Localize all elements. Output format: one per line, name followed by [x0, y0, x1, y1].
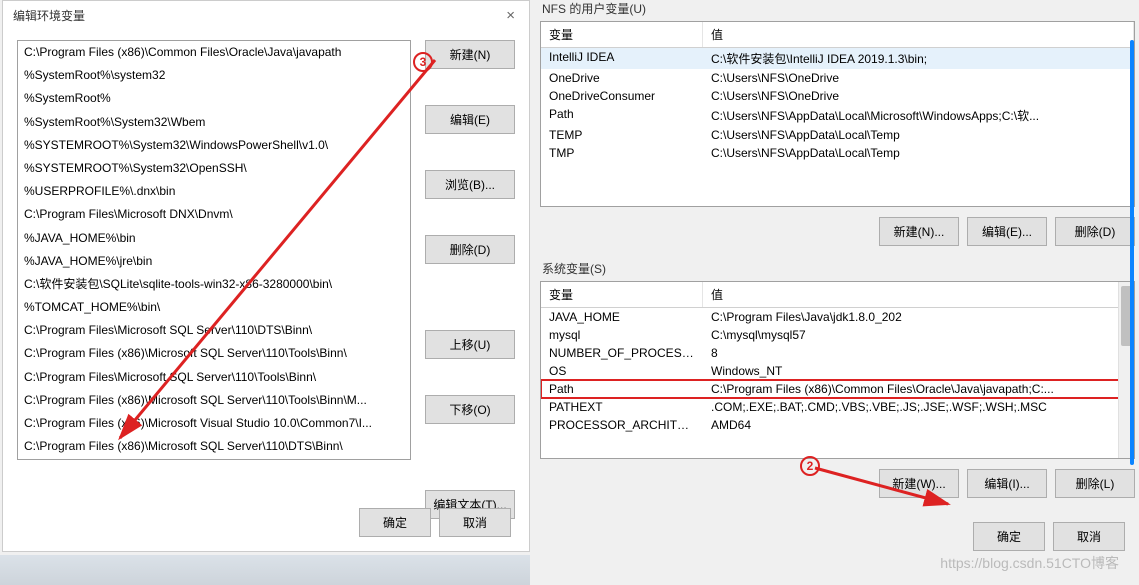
dialog-title: 编辑环境变量: [13, 7, 85, 24]
cell-var: OS: [541, 363, 703, 379]
path-row[interactable]: %SystemRoot%: [18, 87, 410, 110]
path-row[interactable]: %SystemRoot%\System32\Wbem: [18, 111, 410, 134]
background-strip: [0, 555, 530, 585]
cell-val: C:\Users\NFS\OneDrive: [703, 70, 1134, 86]
table-row[interactable]: OneDriveC:\Users\NFS\OneDrive: [541, 69, 1134, 87]
watermark: https://blog.csdn.51CTO博客: [940, 553, 1119, 573]
table-row[interactable]: TEMPC:\Users\NFS\AppData\Local\Temp: [541, 126, 1134, 144]
path-row[interactable]: C:\Program Files (x86)\Microsoft SQL Ser…: [18, 435, 410, 458]
table-row[interactable]: JAVA_HOMEC:\Program Files\Java\jdk1.8.0_…: [541, 308, 1134, 326]
path-row[interactable]: C:\Program Files (x86)\Microsoft SQL Ser…: [18, 342, 410, 365]
cell-var: PROCESSOR_ARCHITECT...: [541, 417, 703, 433]
col-val: 值: [703, 22, 1134, 47]
cell-var: PATHEXT: [541, 399, 703, 415]
user-edit-button[interactable]: 编辑(E)...: [967, 217, 1047, 246]
move-up-button[interactable]: 上移(U): [425, 330, 515, 359]
path-row[interactable]: %USERPROFILE%\.dnx\bin: [18, 180, 410, 203]
edit-env-dialog: 编辑环境变量 × C:\Program Files (x86)\Common F…: [2, 0, 530, 552]
table-row[interactable]: OSWindows_NT: [541, 362, 1134, 380]
cell-val: AMD64: [703, 417, 1134, 433]
col-var: 变量: [541, 282, 703, 307]
table-row[interactable]: IntelliJ IDEAC:\软件安装包\IntelliJ IDEA 2019…: [541, 48, 1134, 69]
path-row[interactable]: %JAVA_HOME%\jre\bin: [18, 250, 410, 273]
path-row[interactable]: C:\Program Files (x86)\Microsoft SQL Ser…: [18, 389, 410, 412]
dialog-titlebar: 编辑环境变量 ×: [3, 1, 529, 30]
edit-button[interactable]: 编辑(E): [425, 105, 515, 134]
cell-val: Windows_NT: [703, 363, 1134, 379]
user-delete-button[interactable]: 删除(D): [1055, 217, 1135, 246]
table-header: 变量 值: [541, 22, 1134, 48]
cell-var: OneDriveConsumer: [541, 88, 703, 104]
cell-var: OneDrive: [541, 70, 703, 86]
annotation-3: 3: [413, 52, 433, 72]
path-row[interactable]: %SYSTEMROOT%\System32\OpenSSH\: [18, 157, 410, 180]
path-row[interactable]: C:\Program Files\Microsoft DNX\Dnvm\: [18, 203, 410, 226]
path-row[interactable]: %mysql%\bin: [18, 458, 410, 460]
new-button[interactable]: 新建(N): [425, 40, 515, 69]
sys-new-button[interactable]: 新建(W)...: [879, 469, 959, 498]
right-button-column: 新建(N) 编辑(E) 浏览(B)... 删除(D) 上移(U) 下移(O) 编…: [425, 40, 515, 519]
table-row[interactable]: mysqlC:\mysql\mysql57: [541, 326, 1134, 344]
path-row[interactable]: %SystemRoot%\system32: [18, 64, 410, 87]
sys-edit-button[interactable]: 编辑(I)...: [967, 469, 1047, 498]
cell-val: C:\Users\NFS\AppData\Local\Temp: [703, 127, 1134, 143]
close-icon[interactable]: ×: [502, 7, 519, 24]
path-row[interactable]: %SYSTEMROOT%\System32\WindowsPowerShell\…: [18, 134, 410, 157]
sys-vars-group: 系统变量(S) 变量 值 JAVA_HOMEC:\Program Files\J…: [540, 260, 1135, 498]
path-row[interactable]: C:\Program Files\Microsoft SQL Server\11…: [18, 319, 410, 342]
annotation-2: 2: [800, 456, 820, 476]
path-row[interactable]: C:\Program Files\Microsoft SQL Server\11…: [18, 366, 410, 389]
cancel-button[interactable]: 取消: [1053, 522, 1125, 551]
cell-var: TEMP: [541, 127, 703, 143]
cell-val: C:\Program Files (x86)\Common Files\Orac…: [703, 381, 1134, 397]
cell-var: NUMBER_OF_PROCESSORS: [541, 345, 703, 361]
cell-val: .COM;.EXE;.BAT;.CMD;.VBS;.VBE;.JS;.JSE;.…: [703, 399, 1134, 415]
cell-var: IntelliJ IDEA: [541, 49, 703, 68]
move-down-button[interactable]: 下移(O): [425, 395, 515, 424]
cell-var: mysql: [541, 327, 703, 343]
cell-val: C:\Program Files\Java\jdk1.8.0_202: [703, 309, 1134, 325]
path-row[interactable]: C:\Program Files (x86)\Common Files\Orac…: [18, 41, 410, 64]
cell-val: 8: [703, 345, 1134, 361]
table-header: 变量 值: [541, 282, 1134, 308]
path-row[interactable]: C:\软件安装包\SQLite\sqlite-tools-win32-x86-3…: [18, 273, 410, 296]
table-row[interactable]: PATHEXT.COM;.EXE;.BAT;.CMD;.VBS;.VBE;.JS…: [541, 398, 1134, 416]
table-row[interactable]: PathC:\Users\NFS\AppData\Local\Microsoft…: [541, 105, 1134, 126]
cell-var: JAVA_HOME: [541, 309, 703, 325]
browse-button[interactable]: 浏览(B)...: [425, 170, 515, 199]
ok-button[interactable]: 确定: [973, 522, 1045, 551]
cell-var: Path: [541, 381, 703, 397]
sys-vars-table[interactable]: 变量 值 JAVA_HOMEC:\Program Files\Java\jdk1…: [540, 281, 1135, 459]
sys-vars-label: 系统变量(S): [540, 260, 1135, 277]
path-row[interactable]: C:\Program Files (x86)\Microsoft Visual …: [18, 412, 410, 435]
cell-val: C:\软件安装包\IntelliJ IDEA 2019.1.3\bin;: [703, 49, 1134, 68]
table-row[interactable]: PathC:\Program Files (x86)\Common Files\…: [541, 380, 1134, 398]
table-row[interactable]: TMPC:\Users\NFS\AppData\Local\Temp: [541, 144, 1134, 162]
col-val: 值: [703, 282, 1134, 307]
cell-val: C:\Users\NFS\AppData\Local\Temp: [703, 145, 1134, 161]
cell-val: C:\mysql\mysql57: [703, 327, 1134, 343]
cell-var: Path: [541, 106, 703, 125]
user-vars-group: NFS 的用户变量(U) 变量 值 IntelliJ IDEAC:\软件安装包\…: [540, 0, 1135, 246]
path-row[interactable]: %TOMCAT_HOME%\bin\: [18, 296, 410, 319]
cell-val: C:\Users\NFS\OneDrive: [703, 88, 1134, 104]
delete-button[interactable]: 删除(D): [425, 235, 515, 264]
col-var: 变量: [541, 22, 703, 47]
user-vars-table[interactable]: 变量 值 IntelliJ IDEAC:\软件安装包\IntelliJ IDEA…: [540, 21, 1135, 207]
path-list[interactable]: C:\Program Files (x86)\Common Files\Orac…: [17, 40, 411, 460]
table-row[interactable]: PROCESSOR_ARCHITECT...AMD64: [541, 416, 1134, 434]
table-row[interactable]: NUMBER_OF_PROCESSORS8: [541, 344, 1134, 362]
ok-button[interactable]: 确定: [359, 508, 431, 537]
cell-var: TMP: [541, 145, 703, 161]
path-row[interactable]: %JAVA_HOME%\bin: [18, 227, 410, 250]
user-vars-label: NFS 的用户变量(U): [540, 0, 1135, 17]
sys-delete-button[interactable]: 删除(L): [1055, 469, 1135, 498]
cell-val: C:\Users\NFS\AppData\Local\Microsoft\Win…: [703, 106, 1134, 125]
table-row[interactable]: OneDriveConsumerC:\Users\NFS\OneDrive: [541, 87, 1134, 105]
cancel-button[interactable]: 取消: [439, 508, 511, 537]
user-new-button[interactable]: 新建(N)...: [879, 217, 959, 246]
panel-scrollbar[interactable]: [1130, 40, 1134, 465]
env-vars-panel: NFS 的用户变量(U) 变量 值 IntelliJ IDEAC:\软件安装包\…: [540, 0, 1135, 555]
